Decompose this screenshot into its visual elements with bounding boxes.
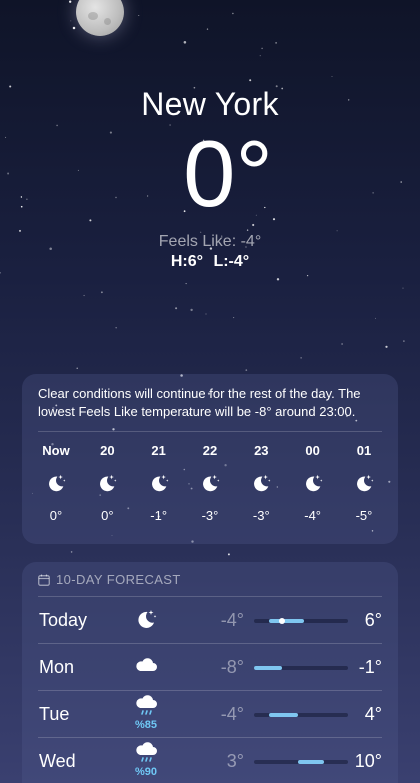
precipitation-chance: %90 xyxy=(134,766,158,778)
moon-stars-icon xyxy=(237,472,285,494)
day-low: -8° xyxy=(220,657,244,677)
cloud-rain-icon xyxy=(134,695,158,722)
current-temperature: 0° xyxy=(183,121,273,226)
hour-temp: -5° xyxy=(355,508,373,523)
hour-item: 23 -3° xyxy=(237,432,285,523)
day-low: -4° xyxy=(220,704,244,724)
hour-temp: 0° xyxy=(101,508,114,523)
moon-stars-icon xyxy=(340,472,388,494)
hour-item: 21 -1° xyxy=(135,432,183,523)
low-temp: L:-4° xyxy=(213,253,250,270)
hour-item: 22 -3° xyxy=(186,432,234,523)
day-high: 6° xyxy=(364,610,382,630)
moon-stars-icon xyxy=(135,472,183,494)
forecast-day-row[interactable]: Wed %90 3° 10° xyxy=(38,738,382,783)
hour-label: 22 xyxy=(202,443,218,458)
calendar-icon xyxy=(38,574,50,586)
forecast-day-row[interactable]: Mon -8° -1° xyxy=(38,644,382,691)
hour-temp: -1° xyxy=(150,508,168,523)
moon-stars-icon xyxy=(134,607,158,636)
hour-label: 00 xyxy=(305,443,320,458)
cloud-rain-icon xyxy=(134,742,158,769)
temperature-range-fill xyxy=(254,666,283,670)
hour-item: 01 -5° xyxy=(340,432,388,523)
hour-temp: -3° xyxy=(252,508,270,523)
conditions-summary: Clear conditions will continue for the r… xyxy=(38,386,361,419)
temperature-range-bar xyxy=(254,760,348,764)
moon-stars-icon xyxy=(83,472,131,494)
high-low: H:6° L:-4° xyxy=(0,253,420,271)
hour-label: Now xyxy=(42,443,70,458)
day-name: Mon xyxy=(39,657,75,677)
temperature-range-bar xyxy=(254,618,348,624)
hour-label: 20 xyxy=(100,443,115,458)
hour-temp: 0° xyxy=(49,508,63,523)
day-low: -4° xyxy=(220,610,244,630)
moon-image xyxy=(76,0,124,36)
forecast-day-row[interactable]: Today -4° 6° xyxy=(38,597,382,644)
temperature-range-fill xyxy=(269,619,304,623)
hourly-list[interactable]: Now 0° 20 0° 21 -1° 22 -3° 23 -3° 00 -4° xyxy=(22,432,398,523)
forecast-day-row[interactable]: Tue %85 -4° 4° xyxy=(38,691,382,738)
day-name: Wed xyxy=(39,751,76,771)
forecast-header: 10-DAY FORECAST xyxy=(22,562,398,587)
hour-label: 23 xyxy=(254,443,269,458)
day-high: -1° xyxy=(358,657,382,677)
hourly-forecast-card[interactable]: Clear conditions will continue for the r… xyxy=(22,374,398,544)
feels-like: Feels Like: -4° xyxy=(158,233,262,250)
cloud-icon xyxy=(134,654,158,679)
current-temperature-dot xyxy=(279,618,286,624)
hour-label: 21 xyxy=(151,443,166,458)
hour-label: 01 xyxy=(356,443,372,458)
hour-item: 00 -4° xyxy=(289,432,337,523)
current-conditions: New York 0° Feels Like: -4° H:6° L:-4° xyxy=(0,86,420,271)
precipitation-chance: %85 xyxy=(134,719,158,731)
day-high: 10° xyxy=(354,751,382,771)
temperature-range-fill xyxy=(269,713,299,717)
high-temp: H:6° xyxy=(170,253,203,270)
ten-day-forecast-card[interactable]: 10-DAY FORECAST Today -4° 6° Mon -8° -1°… xyxy=(22,562,398,783)
hour-temp: -4° xyxy=(304,508,322,523)
forecast-title: 10-DAY FORECAST xyxy=(56,572,181,587)
day-low: 3° xyxy=(226,751,244,771)
day-name: Tue xyxy=(39,704,70,724)
moon-stars-icon xyxy=(186,472,234,494)
day-high: 4° xyxy=(364,704,382,724)
city-name: New York xyxy=(141,86,279,122)
temperature-range-bar xyxy=(254,666,348,670)
temperature-range-fill xyxy=(298,760,324,764)
moon-stars-icon xyxy=(32,472,80,494)
moon-stars-icon xyxy=(289,472,337,494)
day-name: Today xyxy=(39,610,88,630)
hour-temp: -3° xyxy=(201,508,219,523)
hour-item: 20 0° xyxy=(83,432,131,523)
hour-item: Now 0° xyxy=(32,432,80,523)
temperature-range-bar xyxy=(254,713,348,717)
